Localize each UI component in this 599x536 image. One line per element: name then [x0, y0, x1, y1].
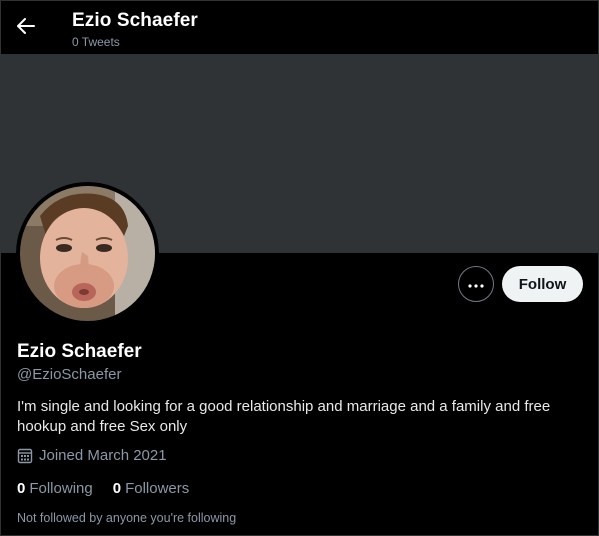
- profile-page: Ezio Schaefer 0 Tweets Follow Ezio Schae…: [0, 0, 599, 536]
- back-button[interactable]: [10, 12, 42, 44]
- followers-link[interactable]: 0 Followers: [113, 480, 190, 497]
- follow-button[interactable]: Follow: [502, 266, 583, 302]
- more-options-button[interactable]: [458, 266, 494, 302]
- profile-name: Ezio Schaefer: [17, 341, 142, 362]
- tweet-count: 0 Tweets: [72, 35, 120, 49]
- joined-date: Joined March 2021: [17, 447, 167, 464]
- follow-stats: 0 Following 0 Followers: [17, 480, 209, 497]
- followers-count: 0: [112, 480, 122, 497]
- profile-bio: I'm single and looking for a good relati…: [17, 398, 551, 435]
- mutual-followers-text: Not followed by anyone you're following: [17, 511, 237, 525]
- top-bar: Ezio Schaefer 0 Tweets: [1, 1, 598, 54]
- followers-label: Followers: [125, 480, 190, 497]
- arrow-left-icon: [17, 17, 35, 39]
- calendar-icon: [17, 448, 33, 464]
- avatar[interactable]: [16, 182, 159, 325]
- header-name: Ezio Schaefer: [72, 10, 198, 31]
- more-options-icon: [468, 275, 484, 293]
- following-count: 0: [17, 480, 26, 497]
- profile-handle: @EzioSchaefer: [17, 366, 122, 383]
- following-link[interactable]: 0 Following: [17, 480, 93, 497]
- joined-text: Joined March 2021: [39, 447, 167, 464]
- following-label: Following: [29, 480, 93, 497]
